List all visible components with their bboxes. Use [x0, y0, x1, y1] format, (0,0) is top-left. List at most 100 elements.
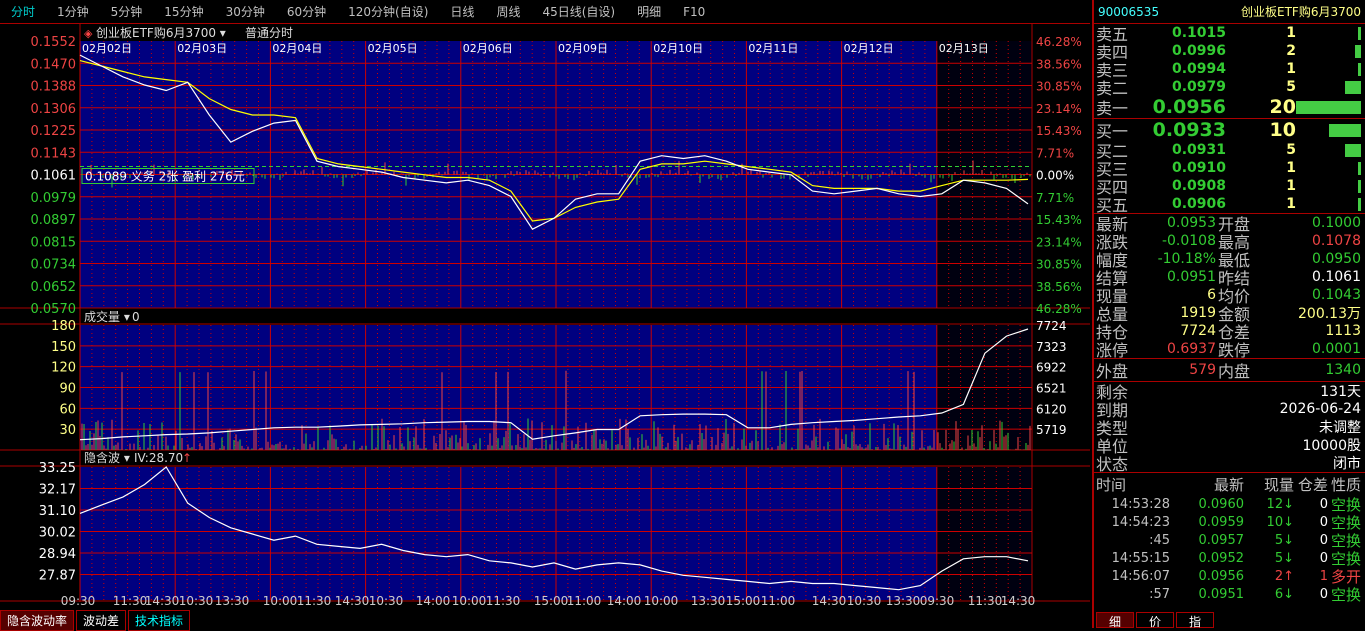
quote-tab[interactable]: 指	[1176, 612, 1214, 629]
chart-title[interactable]: 创业板ETF购6月3700 ▾	[96, 25, 226, 40]
iv-tick: 27.87	[39, 569, 76, 584]
ask-book: 卖五 0.1015 1 卖四 0.0996 2 卖三 0.0994 1 卖二 0.0979 5 卖一 0.…	[1094, 24, 1365, 118]
order-level[interactable]: 卖一 0.0956 20	[1094, 96, 1365, 118]
stat-row: 外盘 579 内盘 1340	[1094, 361, 1365, 381]
info-row: 到期 2026-06-24	[1094, 400, 1365, 420]
period-tab[interactable]: F10	[672, 5, 716, 19]
depth-bar	[1357, 179, 1361, 193]
tick-qty: 6↓	[1244, 587, 1294, 602]
time-label: 11:00	[567, 594, 602, 608]
time-label: 11:30	[297, 594, 332, 608]
arrow-down-icon: ↓	[1283, 550, 1294, 566]
order-level[interactable]: 买四 0.0908 1	[1094, 177, 1365, 197]
pct-tick: 0.00%	[1036, 169, 1074, 183]
up-arrow-icon: ↑	[182, 451, 192, 465]
tick-row: 14:55:15 0.0952 5↓ 0 空换	[1094, 549, 1365, 568]
period-tab[interactable]: 1分钟	[46, 3, 100, 20]
info-label: 状态	[1096, 455, 1129, 474]
price-tick: 0.1143	[31, 146, 77, 161]
stat-value: 0.0001	[1312, 341, 1361, 357]
pct-tick: 7.71%	[1036, 191, 1074, 205]
tick-price: 0.0952	[1198, 550, 1245, 566]
period-tab[interactable]: 30分钟	[215, 3, 276, 20]
option-icon: ◈	[84, 27, 93, 40]
depth-bar	[1357, 197, 1361, 211]
tick-oi-change: 0	[1319, 532, 1328, 548]
time-label: 13:30	[691, 594, 726, 608]
time-label: 11:30	[113, 594, 148, 608]
tick-qty: 5↓	[1244, 551, 1294, 566]
oi-tick: 5719	[1036, 423, 1067, 437]
tick-price: 0.0960	[1198, 496, 1245, 512]
stat-value: 0.6937	[1167, 341, 1216, 357]
period-tab[interactable]: 60分钟	[276, 3, 337, 20]
tick-oi-change: 0	[1319, 514, 1328, 530]
tick-list: 时间 最新 现量 仓差 性质 14:53:28 0.0960 12↓ 0 空换 14:54:23 0.…	[1094, 473, 1365, 604]
order-level[interactable]: 买一 0.0933 10	[1094, 119, 1365, 141]
period-tab[interactable]: 45日线(自设)	[531, 3, 626, 20]
period-tab[interactable]: 15分钟	[153, 3, 214, 20]
order-level[interactable]: 买二 0.0931 5	[1094, 141, 1365, 161]
volume-tick: 150	[51, 340, 76, 355]
quote-tab[interactable]: 价	[1136, 612, 1174, 629]
info-row: 类型 未调整	[1094, 418, 1365, 438]
tick-qty: 12↓	[1244, 497, 1294, 512]
oi-tick: 7323	[1036, 340, 1067, 354]
volume-title[interactable]: 成交量 ▾	[84, 309, 130, 324]
period-tab[interactable]: 120分钟(自设)	[337, 3, 439, 20]
pct-tick: 23.14%	[1036, 102, 1082, 116]
depth-bar	[1357, 62, 1361, 76]
level-qty: 5	[1286, 79, 1296, 95]
level-price: 0.1015	[1171, 25, 1226, 41]
period-tab[interactable]: 5分钟	[100, 3, 154, 20]
arrow-down-icon: ↓	[1283, 496, 1294, 512]
period-tab[interactable]: 周线	[485, 3, 531, 20]
order-level[interactable]: 卖四 0.0996 2	[1094, 42, 1365, 62]
level-label: 卖一	[1096, 99, 1129, 118]
stat-value: 0.1043	[1312, 287, 1361, 303]
stat-value: 0.0953	[1167, 215, 1216, 231]
pct-tick: 30.85%	[1036, 80, 1082, 94]
intraday-chart[interactable]: ◈ 创业板ETF购6月3700 ▾ 普通分时02月02日 02月03日 02月04日 02…	[0, 24, 1090, 610]
order-level[interactable]: 卖二 0.0979 5	[1094, 78, 1365, 98]
time-label: 10:30	[179, 594, 214, 608]
iv-tick: 31.10	[39, 504, 76, 519]
order-level[interactable]: 卖五 0.1015 1	[1094, 24, 1365, 44]
period-tab[interactable]: 明细	[626, 3, 672, 20]
quote-tabs: 细价指	[1096, 612, 1216, 629]
tick-qty: 5↓	[1244, 533, 1294, 548]
contract-name: 创业板ETF购6月3700	[1241, 5, 1361, 19]
pct-tick: 38.56%	[1036, 280, 1082, 294]
quote-tab[interactable]: 细	[1096, 612, 1134, 629]
info-value: 2026-06-24	[1279, 401, 1361, 417]
level-price: 0.0931	[1171, 142, 1226, 158]
tick-row: 14:53:28 0.0960 12↓ 0 空换	[1094, 495, 1365, 514]
time-label: 14:30	[335, 594, 370, 608]
date-label: 02月06日	[463, 42, 513, 55]
tick-time: 14:56:07	[1111, 568, 1170, 584]
depth-bar	[1344, 143, 1361, 157]
price-tick: 0.1552	[31, 35, 77, 50]
order-level[interactable]: 卖三 0.0994 1	[1094, 60, 1365, 80]
level-price: 0.0910	[1171, 160, 1226, 176]
volume-tick: 180	[51, 319, 76, 334]
tick-header-cell: 仓差	[1297, 475, 1328, 494]
period-tab[interactable]: 分时	[0, 3, 46, 20]
tick-row: :45 0.0957 5↓ 0 空换	[1094, 531, 1365, 550]
period-tab[interactable]: 日线	[439, 3, 485, 20]
info-value: 131天	[1320, 384, 1361, 400]
pct-tick: 7.71%	[1036, 146, 1074, 160]
tick-header-cell: 时间	[1096, 475, 1127, 494]
date-label: 02月10日	[653, 42, 703, 55]
pct-tick: 30.85%	[1036, 258, 1082, 272]
info-row: 单位 10000股	[1094, 436, 1365, 456]
time-label: 10:00	[452, 594, 487, 608]
tick-qty: 2↑	[1244, 569, 1294, 584]
tick-time: :45	[1149, 532, 1170, 548]
order-level[interactable]: 买三 0.0910 1	[1094, 159, 1365, 179]
level-price: 0.0979	[1171, 79, 1226, 95]
tick-nature: 空换	[1330, 585, 1361, 604]
quote-header: 90006535 创业板ETF购6月3700	[1094, 0, 1365, 24]
iv-title[interactable]: 隐含波 ▾	[84, 450, 130, 465]
depth-bar	[1357, 26, 1361, 40]
